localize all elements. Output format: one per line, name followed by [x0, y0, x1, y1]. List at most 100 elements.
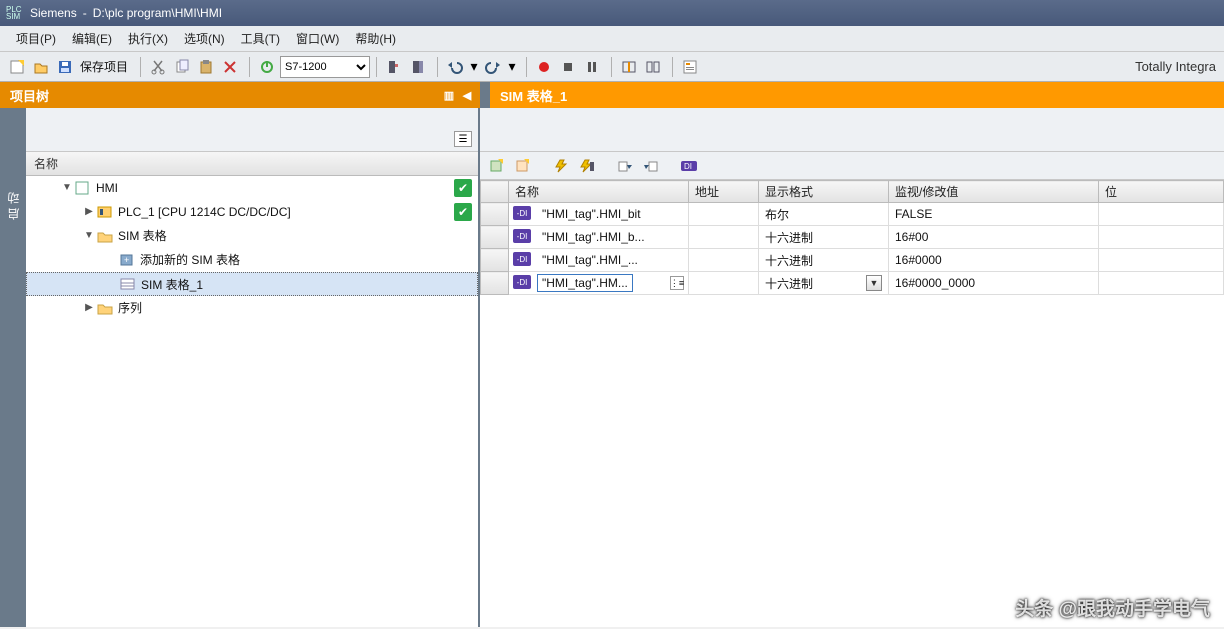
copy-icon[interactable] [171, 56, 193, 78]
flash-icon[interactable] [550, 156, 572, 176]
col-address[interactable]: 地址 [689, 181, 759, 203]
new-row-icon[interactable] [486, 156, 508, 176]
row-head[interactable] [481, 203, 509, 226]
table-row[interactable]: -DI "HMI_tag".HM... ⋮≡ 十六进制▼16#0000_0000 [481, 272, 1224, 295]
picker-icon[interactable]: ⋮≡ [670, 276, 684, 290]
menu-window[interactable]: 窗口(W) [288, 26, 347, 51]
cell-name[interactable]: -DI "HMI_tag".HM... ⋮≡ [509, 272, 689, 295]
folder-icon [96, 228, 114, 244]
tag-name[interactable]: "HMI_tag".HMI_b... [537, 228, 650, 246]
cell-value[interactable]: FALSE [889, 203, 1099, 226]
tag-name[interactable]: "HMI_tag".HM... [537, 274, 633, 292]
properties-icon[interactable] [679, 56, 701, 78]
col-bit[interactable]: 位 [1099, 181, 1224, 203]
menu-help[interactable]: 帮助(H) [347, 26, 404, 51]
export-icon[interactable] [614, 156, 636, 176]
flash-all-icon[interactable] [576, 156, 598, 176]
cell-value[interactable]: 16#0000 [889, 249, 1099, 272]
row-head[interactable] [481, 272, 509, 295]
cpu-select[interactable]: S7-1200 [280, 56, 370, 78]
row-head[interactable] [481, 249, 509, 272]
record-icon[interactable] [533, 56, 555, 78]
open-project-icon[interactable] [30, 56, 52, 78]
tag-name[interactable]: "HMI_tag".HMI_bit [537, 205, 646, 223]
dropdown-icon[interactable]: ▼ [866, 275, 882, 291]
save-icon[interactable] [54, 56, 76, 78]
undo-icon[interactable] [444, 56, 466, 78]
stop-icon[interactable] [557, 56, 579, 78]
row-head[interactable] [481, 226, 509, 249]
cell-bit[interactable] [1099, 203, 1224, 226]
expand-icon[interactable]: ▶ [82, 302, 96, 313]
cell-address[interactable] [689, 226, 759, 249]
cut-icon[interactable] [147, 56, 169, 78]
table-row[interactable]: -DI"HMI_tag".HMI_bit 布尔FALSE [481, 203, 1224, 226]
cell-bit[interactable] [1099, 226, 1224, 249]
tree-body: ▼ HMI ✔ ▶ PLC_1 [CPU 1214C DC/DC/DC] ✔ ▼… [26, 176, 478, 627]
redo-dropdown-icon[interactable]: ▾ [506, 56, 518, 78]
tag-icon[interactable]: DI [678, 156, 700, 176]
menu-tools[interactable]: 工具(T) [233, 26, 288, 51]
table-icon [119, 276, 137, 292]
separator-icon [611, 57, 612, 77]
power-icon[interactable] [256, 56, 278, 78]
cell-name[interactable]: -DI"HMI_tag".HMI_b... [509, 226, 689, 249]
paste-icon[interactable] [195, 56, 217, 78]
tree-sequence[interactable]: ▶ 序列 [26, 296, 478, 320]
menu-options[interactable]: 选项(N) [176, 26, 233, 51]
panel-divider[interactable] [480, 82, 490, 108]
col-name[interactable]: 名称 [509, 181, 689, 203]
layout-icon-2[interactable] [642, 56, 664, 78]
layout-icon-1[interactable] [618, 56, 640, 78]
tag-badge-icon: -DI [513, 275, 531, 289]
sim-table-panel: DI 名称 地址 显示格式 监视/修改值 位 -DI"HMI_tag".HMI_… [480, 108, 1224, 627]
cell-address[interactable] [689, 249, 759, 272]
tree-view-icon[interactable]: ☰ [454, 131, 472, 147]
undo-dropdown-icon[interactable]: ▾ [468, 56, 480, 78]
row-header-col [481, 181, 509, 203]
cell-format[interactable]: 十六进制▼ [759, 272, 889, 295]
cell-value[interactable]: 16#0000_0000 [889, 272, 1099, 295]
menu-project[interactable]: 项目(P) [8, 26, 64, 51]
collapse-icon[interactable]: ◀ [460, 88, 474, 102]
tool-icon-2[interactable] [407, 56, 429, 78]
tree-plc[interactable]: ▶ PLC_1 [CPU 1214C DC/DC/DC] ✔ [26, 200, 478, 224]
import-icon[interactable] [640, 156, 662, 176]
cell-address[interactable] [689, 272, 759, 295]
expand-icon[interactable]: ▼ [60, 182, 74, 193]
cell-name[interactable]: -DI"HMI_tag".HMI_bit [509, 203, 689, 226]
tree-label: 序列 [118, 299, 142, 316]
tree-add-sim[interactable]: + 添加新的 SIM 表格 [26, 248, 478, 272]
pause-icon[interactable] [581, 56, 603, 78]
cell-format[interactable]: 十六进制 [759, 249, 889, 272]
cell-format[interactable]: 布尔 [759, 203, 889, 226]
cell-format[interactable]: 十六进制 [759, 226, 889, 249]
left-rail-label[interactable]: 启动 [5, 188, 22, 220]
cell-bit[interactable] [1099, 272, 1224, 295]
new-project-icon[interactable] [6, 56, 28, 78]
delete-icon[interactable] [219, 56, 241, 78]
new-group-icon[interactable] [512, 156, 534, 176]
cell-name[interactable]: -DI"HMI_tag".HMI_... [509, 249, 689, 272]
col-monitor[interactable]: 监视/修改值 [889, 181, 1099, 203]
tree-label: SIM 表格 [118, 227, 167, 244]
table-row[interactable]: -DI"HMI_tag".HMI_b... 十六进制16#00 [481, 226, 1224, 249]
cell-address[interactable] [689, 203, 759, 226]
tree-sim-group[interactable]: ▼ SIM 表格 [26, 224, 478, 248]
menu-edit[interactable]: 编辑(E) [64, 26, 120, 51]
expand-icon[interactable]: ▼ [82, 230, 96, 241]
table-row[interactable]: -DI"HMI_tag".HMI_... 十六进制16#0000 [481, 249, 1224, 272]
col-format[interactable]: 显示格式 [759, 181, 889, 203]
tag-name[interactable]: "HMI_tag".HMI_... [537, 251, 643, 269]
redo-icon[interactable] [482, 56, 504, 78]
add-icon: + [118, 252, 136, 268]
expand-icon[interactable]: ▶ [82, 206, 96, 217]
menu-execute[interactable]: 执行(X) [120, 26, 176, 51]
cell-bit[interactable] [1099, 249, 1224, 272]
sim-table-header: SIM 表格_1 [490, 82, 1224, 108]
pin-icon[interactable]: ▥ [442, 88, 456, 102]
tree-root-hmi[interactable]: ▼ HMI ✔ [26, 176, 478, 200]
tool-icon-1[interactable] [383, 56, 405, 78]
tree-sim-table-1[interactable]: SIM 表格_1 [26, 272, 478, 296]
cell-value[interactable]: 16#00 [889, 226, 1099, 249]
